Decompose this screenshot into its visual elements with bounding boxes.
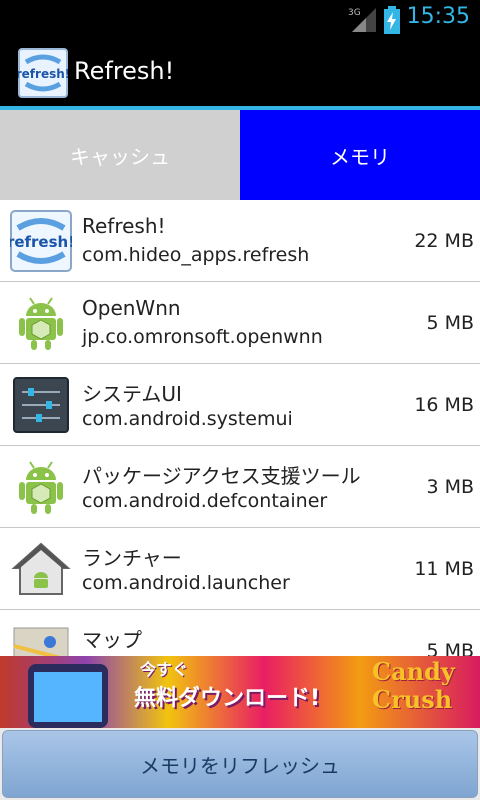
ad-brand-logo: Candy Crush — [372, 657, 455, 714]
action-bar: refresh! Refresh! — [0, 38, 480, 106]
launcher-home-icon — [11, 542, 71, 595]
maps-icon — [13, 627, 69, 656]
app-memory-size: 5 MB — [426, 312, 474, 334]
battery-charging-icon — [384, 6, 400, 34]
tab-cache[interactable]: キャッシュ — [0, 110, 240, 200]
app-package: com.hideo_apps.refresh — [82, 244, 310, 266]
status-bar: 3G 15:35 — [0, 0, 480, 38]
app-name: OpenWnn — [82, 296, 181, 320]
signal-3g-icon: 3G — [348, 8, 376, 32]
list-item[interactable]: マップ 5 MB — [0, 610, 480, 656]
ad-phone-image — [28, 664, 108, 728]
ad-banner[interactable]: 今すぐ 無料ダウンロード! Candy Crush — [0, 656, 480, 728]
app-name: Refresh! — [82, 214, 166, 238]
app-memory-size: 11 MB — [414, 558, 474, 580]
list-item[interactable]: パッケージアクセス支援ツール com.android.defcontainer … — [0, 446, 480, 528]
list-item[interactable]: ランチャー com.android.launcher 11 MB — [0, 528, 480, 610]
app-package: jp.co.omronsoft.openwnn — [82, 326, 323, 348]
svg-text:refresh!: refresh! — [10, 233, 72, 251]
app-package: com.android.defcontainer — [82, 490, 328, 512]
app-name: システムUI — [82, 382, 182, 406]
app-package: com.android.launcher — [82, 572, 290, 594]
list-item[interactable]: システムUI com.android.systemui 16 MB — [0, 364, 480, 446]
svg-text:3G: 3G — [348, 8, 361, 18]
app-memory-size: 22 MB — [414, 230, 474, 252]
refresh-memory-button[interactable]: メモリをリフレッシュ — [2, 730, 478, 798]
ad-phone-screen — [34, 672, 102, 722]
refresh-memory-button-label: メモリをリフレッシュ — [140, 753, 340, 778]
page-title: Refresh! — [74, 57, 175, 85]
app-package: com.android.systemui — [82, 408, 293, 430]
app-memory-size: 5 MB — [426, 640, 474, 656]
list-item[interactable]: OpenWnn jp.co.omronsoft.openwnn 5 MB — [0, 282, 480, 364]
tab-cache-label: キャッシュ — [70, 144, 170, 169]
bottom-bar: メモリをリフレッシュ — [0, 728, 480, 800]
refresh-app-icon: refresh! — [18, 48, 68, 98]
refresh-app-icon: refresh! — [10, 210, 72, 272]
tab-bar: キャッシュ メモリ — [0, 110, 480, 200]
app-memory-size: 16 MB — [414, 394, 474, 416]
svg-text:refresh!: refresh! — [18, 67, 68, 81]
android-robot-icon — [19, 297, 63, 350]
tab-memory[interactable]: メモリ — [240, 110, 480, 200]
ad-subheadline: 今すぐ — [140, 660, 189, 679]
android-robot-icon — [19, 461, 63, 514]
app-name: パッケージアクセス支援ツール — [82, 464, 361, 488]
list-item[interactable]: refresh! Refresh! com.hideo_apps.refresh… — [0, 200, 480, 282]
ad-headline: 無料ダウンロード! — [134, 686, 321, 711]
app-name: ランチャー — [82, 546, 182, 570]
settings-sliders-icon — [13, 377, 69, 433]
tab-memory-label: メモリ — [330, 144, 390, 169]
clock-time: 15:35 — [406, 4, 470, 29]
app-list[interactable]: refresh! Refresh! com.hideo_apps.refresh… — [0, 200, 480, 656]
app-memory-size: 3 MB — [426, 476, 474, 498]
app-name: マップ — [82, 628, 142, 652]
